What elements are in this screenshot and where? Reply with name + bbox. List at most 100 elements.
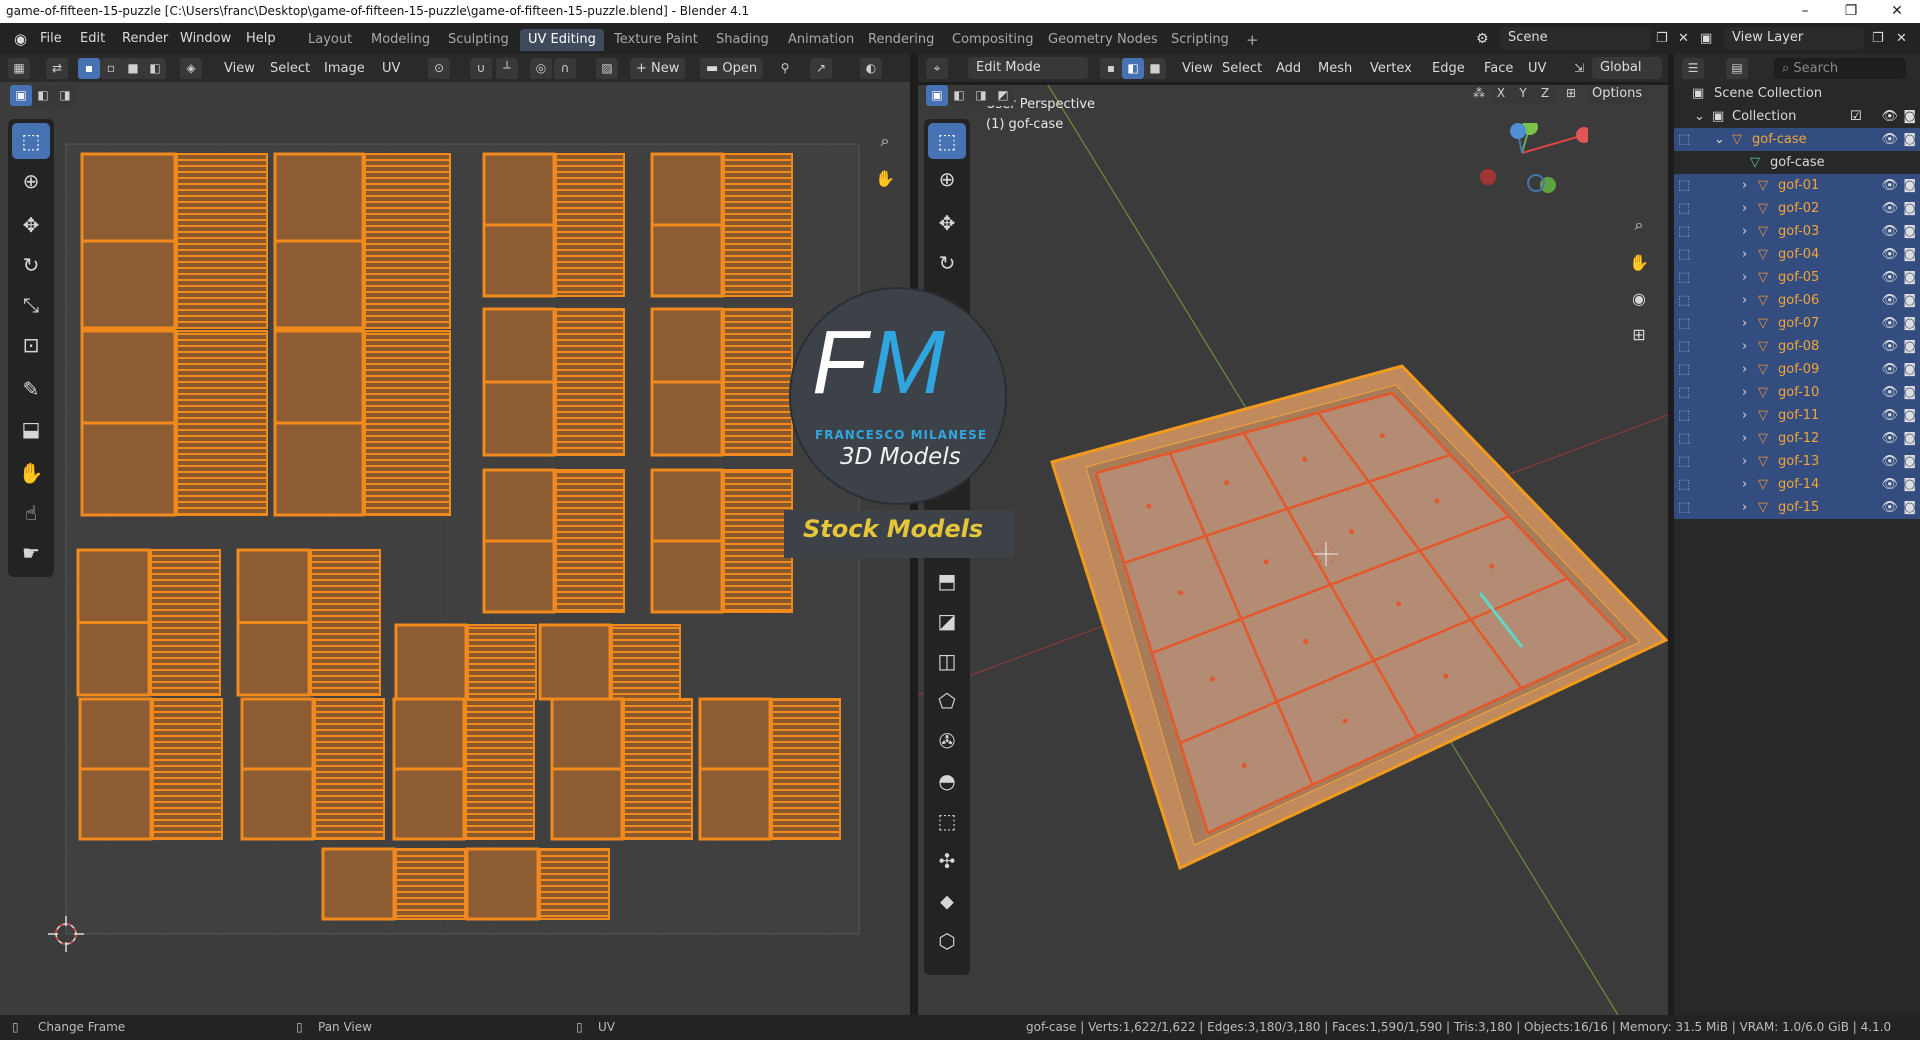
axis-y-toggle[interactable]: Y: [1512, 85, 1534, 104]
menu-render[interactable]: Render: [116, 29, 174, 49]
scene-selector[interactable]: Scene: [1500, 27, 1650, 49]
chevron-right-icon[interactable]: ›: [1742, 358, 1747, 381]
proportional-edit-icon[interactable]: ◎: [530, 58, 552, 79]
edit-mode-icon[interactable]: ⬚: [1678, 312, 1690, 335]
tab-animation[interactable]: Animation: [780, 29, 862, 51]
edit-mode-icon[interactable]: ⬚: [1678, 243, 1690, 266]
camera-icon[interactable]: ◙: [1903, 105, 1916, 128]
outliner-collection[interactable]: ⌄ ▣ Collection ☑ 👁 ◙: [1674, 105, 1920, 128]
shrink-fatten-tool[interactable]: ⬥: [928, 883, 966, 919]
edit-mode-icon[interactable]: ⬚: [1678, 289, 1690, 312]
smooth-tool[interactable]: ⬚: [928, 803, 966, 839]
eye-icon[interactable]: 👁: [1881, 220, 1898, 243]
eye-icon[interactable]: 👁: [1881, 450, 1898, 473]
snap-target-icon[interactable]: ┴: [496, 58, 518, 79]
chevron-right-icon[interactable]: ›: [1742, 220, 1747, 243]
pivot-icon[interactable]: ⊙: [428, 58, 450, 79]
tab-modeling[interactable]: Modeling: [363, 29, 438, 51]
edit-mode-icon[interactable]: ⬚: [1678, 427, 1690, 450]
outliner-object-row[interactable]: ⬚ › ▽ gof-13 👁 ◙: [1674, 450, 1920, 473]
chevron-right-icon[interactable]: ›: [1742, 335, 1747, 358]
eye-icon[interactable]: 👁: [1881, 312, 1898, 335]
orientation-selector[interactable]: Global: [1592, 57, 1662, 79]
new-view-layer-icon[interactable]: ❐: [1866, 29, 1890, 49]
camera-icon[interactable]: ◙: [1903, 450, 1916, 473]
sync-selection-icon[interactable]: ⇄: [46, 58, 68, 79]
overlays-icon[interactable]: ◐: [860, 58, 882, 79]
shear-tool[interactable]: ⬡: [928, 923, 966, 959]
ortho-toggle-icon[interactable]: ⊞: [1620, 317, 1658, 353]
options-dropdown[interactable]: Options: [1586, 85, 1649, 104]
bevel-tool[interactable]: ◪: [928, 603, 966, 639]
face-select-icon[interactable]: ■: [122, 58, 144, 79]
outliner-object-row[interactable]: ⬚ › ▽ gof-09 👁 ◙: [1674, 358, 1920, 381]
minimize-button[interactable]: –: [1782, 0, 1828, 23]
new-image-button[interactable]: + New: [630, 58, 686, 79]
chevron-right-icon[interactable]: ›: [1742, 266, 1747, 289]
orientation-icon[interactable]: ⇲: [1568, 58, 1590, 79]
vp-menu-select[interactable]: Select: [1216, 58, 1268, 79]
image-browse-icon[interactable]: ▨: [596, 58, 618, 79]
open-image-button[interactable]: ▬ Open: [700, 58, 764, 79]
edge-slide-tool[interactable]: ✣: [928, 843, 966, 879]
edit-mode-icon[interactable]: ⬚: [1678, 197, 1690, 220]
move-tool[interactable]: ✥: [928, 205, 966, 241]
edge-select-icon[interactable]: ▫: [100, 58, 122, 79]
camera-icon[interactable]: ◙: [1903, 358, 1916, 381]
camera-icon[interactable]: ◙: [1903, 496, 1916, 519]
outliner-object-row[interactable]: ⬚ › ▽ gof-12 👁 ◙: [1674, 427, 1920, 450]
camera-icon[interactable]: ◙: [1903, 174, 1916, 197]
3d-viewport[interactable]: User Perspective (1) gof-case ▣ ◧ ◨ ◩ ⁂ …: [918, 85, 1668, 1015]
tab-scripting[interactable]: Scripting: [1163, 29, 1237, 51]
sticky-selection-icon[interactable]: ◈: [180, 58, 202, 79]
editor-type-icon[interactable]: ⌖: [926, 58, 948, 79]
scene-icon[interactable]: ⚙: [1470, 29, 1495, 49]
outliner-object-row[interactable]: ⬚ › ▽ gof-07 👁 ◙: [1674, 312, 1920, 335]
camera-icon[interactable]: ◙: [1903, 289, 1916, 312]
new-scene-icon[interactable]: ❐: [1650, 29, 1674, 49]
eye-icon[interactable]: 👁: [1881, 381, 1898, 404]
chevron-right-icon[interactable]: ›: [1742, 197, 1747, 220]
outliner-object-row[interactable]: ⬚ › ▽ gof-01 👁 ◙: [1674, 174, 1920, 197]
camera-icon[interactable]: ◙: [1903, 266, 1916, 289]
menu-edit[interactable]: Edit: [74, 29, 111, 49]
edit-mode-icon[interactable]: ⬚: [1678, 358, 1690, 381]
maximize-button[interactable]: ❐: [1828, 0, 1874, 23]
spin-tool[interactable]: ◓: [928, 763, 966, 799]
tab-shading[interactable]: Shading: [708, 29, 777, 51]
camera-icon[interactable]: ◙: [1903, 473, 1916, 496]
chevron-right-icon[interactable]: ›: [1742, 404, 1747, 427]
outliner-object-row[interactable]: ⬚ › ▽ gof-04 👁 ◙: [1674, 243, 1920, 266]
auto-merge-icon[interactable]: ⊞: [1560, 85, 1582, 104]
chevron-right-icon[interactable]: ›: [1742, 381, 1747, 404]
chevron-right-icon[interactable]: ›: [1742, 312, 1747, 335]
eye-icon[interactable]: 👁: [1881, 105, 1898, 128]
edit-mode-icon[interactable]: ⬚: [1678, 496, 1690, 519]
delete-view-layer-icon[interactable]: ✕: [1890, 29, 1913, 49]
camera-icon[interactable]: ◙: [1903, 220, 1916, 243]
chevron-right-icon[interactable]: ›: [1742, 174, 1747, 197]
menu-window[interactable]: Window: [174, 29, 237, 49]
eye-icon[interactable]: 👁: [1881, 289, 1898, 312]
vertex-select-icon[interactable]: ▪: [78, 58, 100, 79]
edit-mode-icon[interactable]: ⬚: [1678, 335, 1690, 358]
edit-mode-icon[interactable]: ⬚: [1678, 473, 1690, 496]
uv-menu-select[interactable]: Select: [264, 58, 316, 79]
display-mode-icon[interactable]: ▤: [1726, 58, 1748, 79]
eye-icon[interactable]: 👁: [1881, 174, 1898, 197]
uv-menu-image[interactable]: Image: [318, 58, 371, 79]
eye-icon[interactable]: 👁: [1881, 473, 1898, 496]
poly-build-tool[interactable]: ✇: [928, 723, 966, 759]
inset-tool[interactable]: ⬒: [928, 563, 966, 599]
menu-file[interactable]: File: [34, 29, 68, 49]
edit-mode-icon[interactable]: ⬚: [1678, 450, 1690, 473]
navigation-gizmo[interactable]: [1478, 123, 1588, 203]
vp-menu-face[interactable]: Face: [1478, 58, 1519, 79]
eye-icon[interactable]: 👁: [1881, 197, 1898, 220]
checkbox-icon[interactable]: ☑: [1850, 105, 1862, 128]
select-extend-icon[interactable]: ◧: [948, 85, 970, 106]
outliner-object-row[interactable]: ⬚ › ▽ gof-02 👁 ◙: [1674, 197, 1920, 220]
eye-icon[interactable]: 👁: [1881, 335, 1898, 358]
snap-icon[interactable]: ∪: [470, 58, 492, 79]
outliner-object-row[interactable]: ⬚ › ▽ gof-08 👁 ◙: [1674, 335, 1920, 358]
